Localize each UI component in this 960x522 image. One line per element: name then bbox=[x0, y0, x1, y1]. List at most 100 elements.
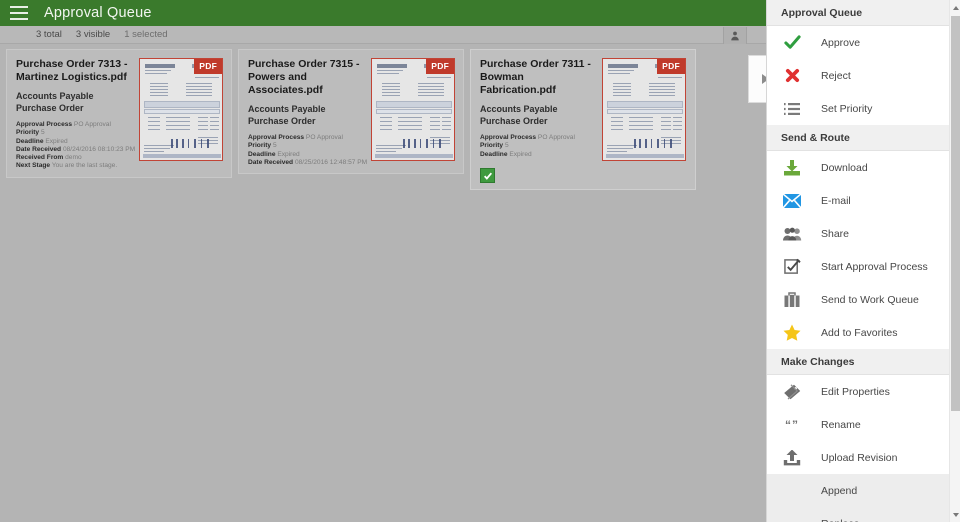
count-selected: 1 selected bbox=[124, 29, 168, 40]
panel-section-heading: Send & Route bbox=[767, 125, 960, 151]
menu-item-replace[interactable]: Replace bbox=[767, 507, 960, 522]
file-type-badge: PDF bbox=[194, 59, 223, 74]
card-subtitle: Accounts Payable Purchase Order bbox=[248, 104, 367, 127]
metadata-value: Expired bbox=[45, 137, 68, 145]
metadata-value: PO Approval bbox=[537, 134, 575, 141]
scroll-down-icon[interactable] bbox=[950, 508, 960, 521]
metadata-value: PO Approval bbox=[73, 121, 111, 128]
card-subtitle-line2: Purchase Order bbox=[248, 115, 316, 126]
metadata-value: 5 bbox=[40, 129, 45, 137]
metadata-value: 08/24/2016 08:10:23 PM bbox=[62, 145, 136, 153]
tag-icon bbox=[781, 381, 803, 403]
metadata-row: Date Received 08/24/2016 08:10:23 PM bbox=[16, 146, 135, 154]
card-selected-checkbox[interactable] bbox=[480, 168, 495, 183]
signature-mark bbox=[634, 139, 680, 148]
action-panel: Approval Queue Approve Reject Set Priority S… bbox=[766, 0, 960, 522]
hamburger-icon[interactable] bbox=[10, 6, 28, 20]
menu-item-label: Upload Revision bbox=[821, 451, 898, 464]
metadata-label: Received From bbox=[16, 154, 64, 162]
quotes-icon: “” bbox=[785, 417, 799, 432]
card-title: Purchase Order 7313 - Martinez Logistics… bbox=[16, 58, 128, 83]
menu-item-rename[interactable]: “” Rename bbox=[767, 408, 960, 441]
thumbnail-page bbox=[140, 59, 223, 160]
document-card[interactable]: Purchase Order 7313 - Martinez Logistics… bbox=[6, 49, 232, 178]
app-header: Approval Queue bbox=[0, 0, 766, 26]
menu-item-label: Download bbox=[821, 161, 868, 174]
metadata-value: 5 bbox=[272, 142, 277, 150]
metadata-label: Approval Process bbox=[480, 134, 537, 141]
star-icon bbox=[781, 322, 803, 344]
app-root: Approval Queue 3 total 3 visible 1 selec… bbox=[0, 0, 960, 522]
metadata-label: Date Received bbox=[248, 158, 294, 166]
metadata-value: Expired bbox=[277, 150, 300, 158]
menu-item-download[interactable]: Download bbox=[767, 151, 960, 184]
card-title: Purchase Order 7311 - Bowman Fabrication… bbox=[480, 58, 591, 96]
download-icon bbox=[781, 157, 803, 179]
check-icon bbox=[781, 32, 803, 54]
document-thumbnail[interactable]: PDF bbox=[139, 58, 224, 161]
metadata-value: Expired bbox=[509, 150, 532, 158]
card-subtitle-line2: Purchase Order bbox=[480, 115, 548, 126]
signature-mark bbox=[403, 139, 450, 148]
document-cards-area: Purchase Order 7313 - Martinez Logistics… bbox=[0, 45, 766, 522]
no-icon bbox=[781, 480, 803, 502]
metadata-label: Next Stage bbox=[16, 162, 51, 170]
priority-list-icon bbox=[781, 98, 803, 120]
menu-item-e-mail[interactable]: E-mail bbox=[767, 184, 960, 217]
scroll-up-icon[interactable] bbox=[950, 1, 960, 14]
count-visible: 3 visible bbox=[75, 29, 111, 40]
card-metadata: Approval Process PO Approval Priority 5 De… bbox=[480, 134, 598, 159]
metadata-row: Deadline Expired bbox=[480, 151, 598, 159]
menu-item-send-to-work-queue[interactable]: Send to Work Queue bbox=[767, 283, 960, 316]
menu-item-label: Set Priority bbox=[821, 102, 873, 115]
metadata-value: 08/25/2016 12:48:57 PM bbox=[294, 158, 368, 166]
metadata-label: Priority bbox=[16, 129, 40, 137]
menu-item-label: Add to Favorites bbox=[821, 326, 898, 339]
briefcase-icon bbox=[781, 289, 803, 311]
menu-item-label: Start Approval Process bbox=[821, 260, 928, 273]
document-thumbnail[interactable]: PDF bbox=[602, 58, 686, 161]
document-cards-row: Purchase Order 7313 - Martinez Logistics… bbox=[6, 49, 766, 190]
document-card[interactable]: Purchase Order 7315 - Powers and Associa… bbox=[238, 49, 464, 175]
document-thumbnail[interactable]: PDF bbox=[371, 58, 456, 161]
people-icon bbox=[781, 223, 803, 245]
page-title: Approval Queue bbox=[44, 5, 152, 21]
menu-item-label: Rename bbox=[821, 418, 861, 431]
metadata-row: Approval Process PO Approval bbox=[480, 134, 598, 142]
menu-item-label: Send to Work Queue bbox=[821, 293, 919, 306]
menu-item-upload-revision[interactable]: Upload Revision bbox=[767, 441, 960, 474]
metadata-label: Priority bbox=[248, 142, 272, 150]
metadata-value: demo bbox=[65, 154, 82, 162]
user-icon[interactable] bbox=[723, 27, 747, 44]
metadata-label: Deadline bbox=[16, 137, 44, 145]
signature-mark bbox=[171, 139, 218, 148]
metadata-value: 5 bbox=[504, 142, 509, 150]
document-card[interactable]: Purchase Order 7311 - Bowman Fabrication… bbox=[470, 49, 696, 190]
action-panel-scroll: Approval Queue Approve Reject Set Priority S… bbox=[767, 0, 960, 522]
panel-scrollbar[interactable] bbox=[949, 0, 960, 522]
menu-item-label: Append bbox=[821, 484, 858, 497]
metadata-label: Priority bbox=[480, 142, 504, 150]
scrollbar-thumb[interactable] bbox=[951, 16, 960, 411]
metadata-row: Date Received 08/25/2016 12:48:57 PM bbox=[248, 159, 367, 167]
menu-item-set-priority[interactable]: Set Priority bbox=[767, 92, 960, 125]
menu-item-label: Replace bbox=[821, 518, 860, 522]
metadata-value: PO Approval bbox=[305, 134, 343, 141]
x-icon bbox=[781, 65, 803, 87]
panel-section-heading: Approval Queue bbox=[767, 0, 960, 26]
metadata-row: Priority 5 bbox=[480, 142, 598, 150]
menu-item-start-approval-process[interactable]: Start Approval Process bbox=[767, 250, 960, 283]
metadata-row: Deadline Expired bbox=[248, 151, 367, 159]
thumbnail-page bbox=[372, 59, 455, 160]
metadata-row: Priority 5 bbox=[248, 142, 367, 150]
menu-item-append[interactable]: Append bbox=[767, 474, 960, 507]
count-summary: 3 total 3 visible 1 selected bbox=[36, 29, 168, 40]
no-icon bbox=[781, 513, 803, 522]
menu-item-approve[interactable]: Approve bbox=[767, 26, 960, 59]
menu-item-edit-properties[interactable]: Edit Properties bbox=[767, 375, 960, 408]
metadata-label: Date Received bbox=[16, 145, 62, 153]
menu-item-add-to-favorites[interactable]: Add to Favorites bbox=[767, 316, 960, 349]
menu-item-reject[interactable]: Reject bbox=[767, 59, 960, 92]
menu-item-share[interactable]: Share bbox=[767, 217, 960, 250]
thumbnail-page bbox=[603, 59, 685, 160]
